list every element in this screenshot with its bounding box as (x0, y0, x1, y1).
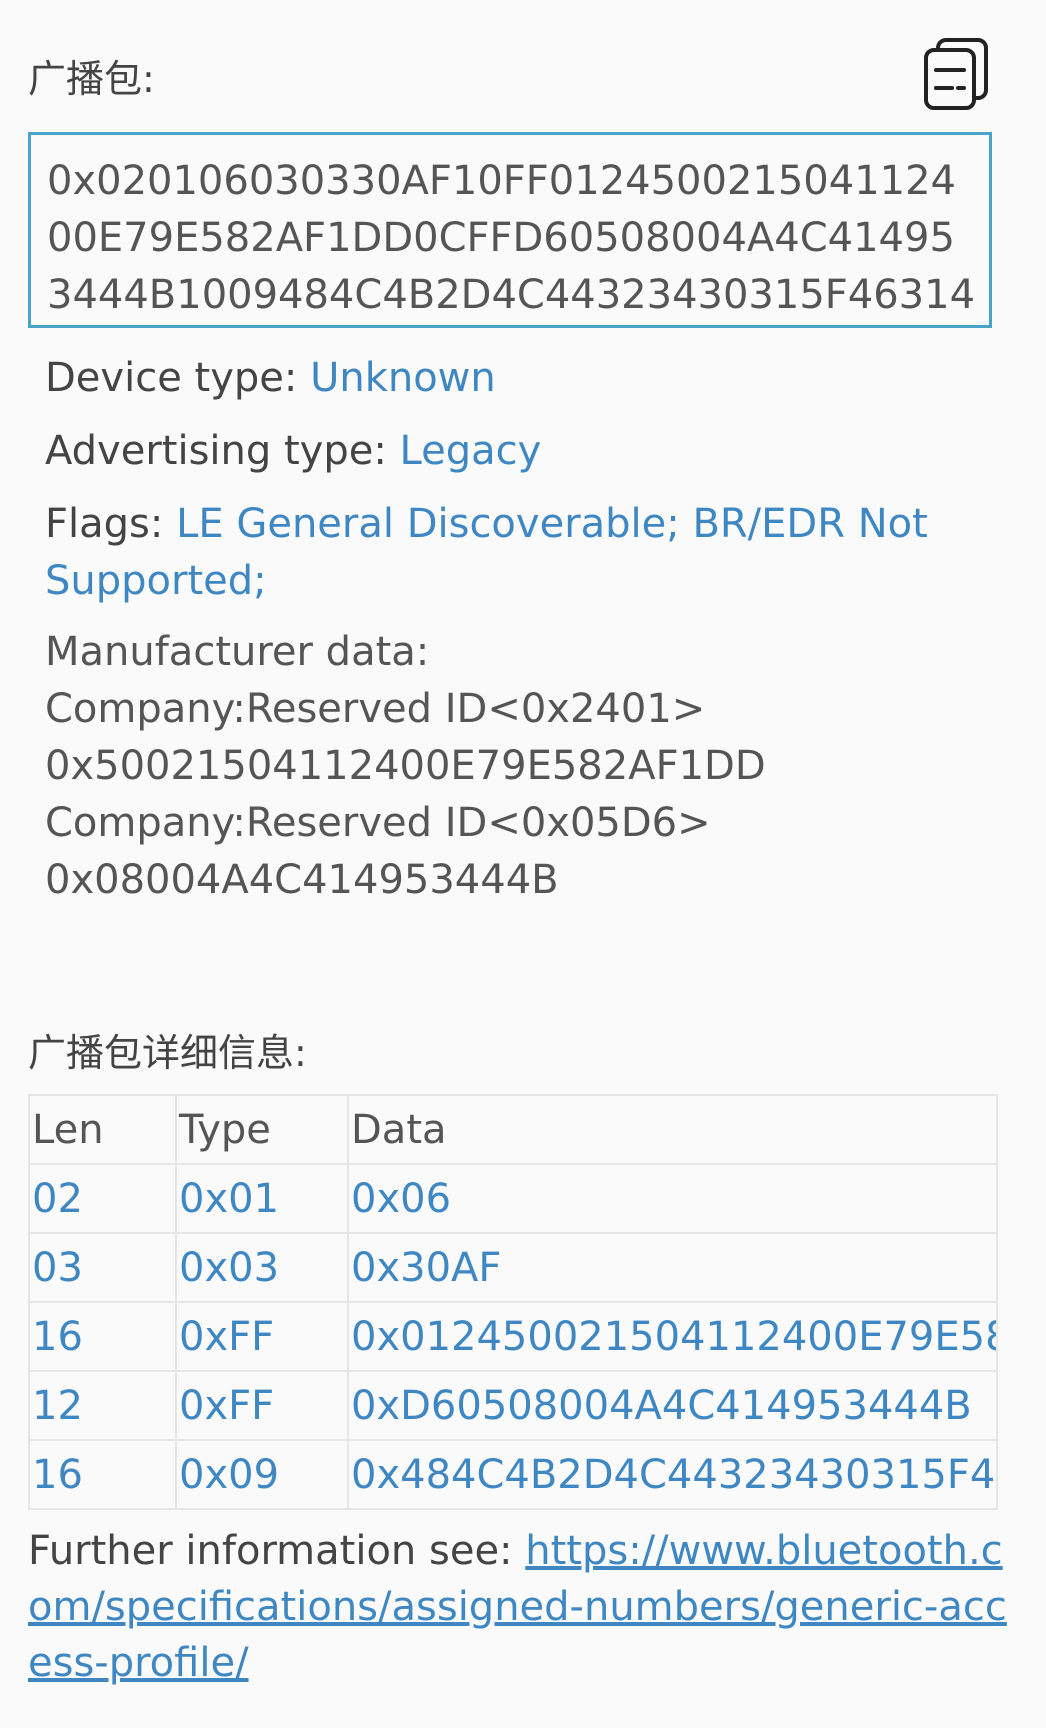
flags-row: Flags: LE General Discoverable; BR/EDR N… (45, 496, 985, 610)
ad-structure-table: Len Type Data 02 0x01 0x06 03 0x03 0x30A… (28, 1094, 998, 1510)
further-info: Further information see: https://www.blu… (28, 1523, 1018, 1691)
manufacturer-line: Company:Reserved ID<0x2401> (45, 686, 706, 732)
cell-data: 0x484C4B2D4C44323430315F46314444 (347, 1439, 998, 1510)
manufacturer-line: 0x50021504112400E79E582AF1DD (45, 743, 766, 789)
further-info-label: Further information see: (28, 1528, 526, 1574)
cell-len: 16 (28, 1439, 177, 1510)
cell-type: 0x01 (175, 1163, 349, 1234)
details-title: 广播包详细信息: (28, 1031, 307, 1075)
flags-value: LE General Discoverable; BR/EDR Not Supp… (45, 501, 928, 604)
table-row: 02 0x01 0x06 (28, 1163, 998, 1234)
cell-data: 0x012450021504112400E79E582AF1DD (347, 1301, 998, 1372)
advertising-type-label: Advertising type: (45, 428, 400, 474)
cell-type: 0x03 (175, 1232, 349, 1303)
cell-len: 03 (28, 1232, 177, 1303)
cell-data: 0xD60508004A4C414953444B (347, 1370, 998, 1441)
table-header-row: Len Type Data (28, 1094, 998, 1165)
manufacturer-label: Manufacturer data: (45, 629, 430, 675)
table-row: 16 0xFF 0x012450021504112400E79E582AF1DD (28, 1301, 998, 1372)
manufacturer-line: Company:Reserved ID<0x05D6> (45, 800, 711, 846)
column-header-data: Data (347, 1094, 998, 1165)
device-type-label: Device type: (45, 355, 311, 401)
advertising-type-row: Advertising type: Legacy (45, 423, 985, 480)
device-type-value: Unknown (310, 355, 496, 401)
column-header-len: Len (28, 1094, 177, 1165)
cell-type: 0x09 (175, 1439, 349, 1510)
column-header-type: Type (175, 1094, 349, 1165)
table-row: 12 0xFF 0xD60508004A4C414953444B (28, 1370, 998, 1441)
cell-type: 0xFF (175, 1370, 349, 1441)
advertising-type-value: Legacy (399, 428, 542, 474)
flags-label: Flags: (45, 501, 177, 547)
advertising-packet-title: 广播包: (28, 57, 155, 101)
cell-data: 0x30AF (347, 1232, 998, 1303)
manufacturer-data: Manufacturer data: Company:Reserved ID<0… (45, 624, 766, 909)
cell-type: 0xFF (175, 1301, 349, 1372)
cell-len: 12 (28, 1370, 177, 1441)
copy-icon[interactable] (922, 36, 992, 112)
device-type-row: Device type: Unknown (45, 350, 985, 407)
cell-data: 0x06 (347, 1163, 998, 1234)
cell-len: 16 (28, 1301, 177, 1372)
manufacturer-line: 0x08004A4C414953444B (45, 857, 559, 903)
cell-len: 02 (28, 1163, 177, 1234)
raw-advertising-data[interactable]: 0x020106030330AF10FF012450021504112400E7… (28, 132, 992, 328)
table-row: 16 0x09 0x484C4B2D4C44323430315F46314444 (28, 1439, 998, 1510)
table-row: 03 0x03 0x30AF (28, 1232, 998, 1303)
